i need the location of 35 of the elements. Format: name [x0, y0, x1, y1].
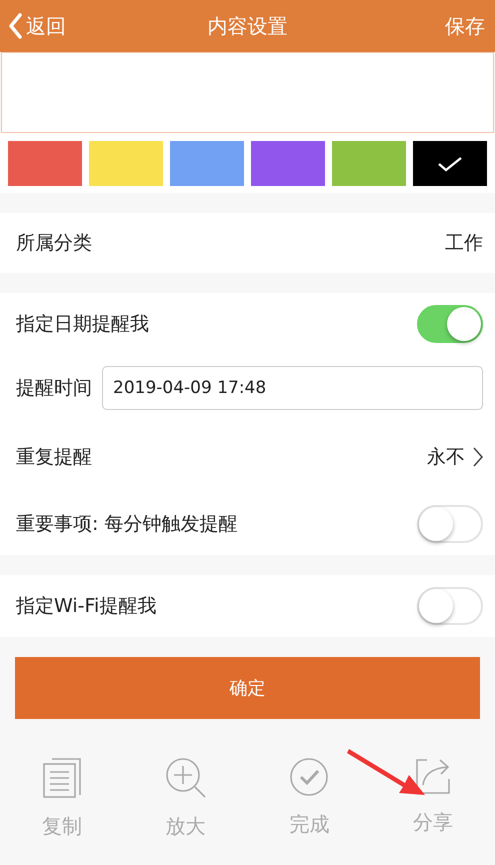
zoom-in-icon [164, 757, 207, 799]
color-swatch[interactable] [332, 141, 406, 186]
content-field[interactable] [1, 52, 494, 133]
setting-label: 指定Wi-Fi提醒我 [16, 594, 156, 619]
category-row[interactable]: 所属分类 工作 [0, 213, 495, 273]
color-swatch[interactable] [251, 141, 325, 186]
confirm-button[interactable]: 确定 [15, 657, 480, 719]
color-swatch[interactable] [170, 141, 244, 186]
time-field[interactable]: 2019-04-09 17:48 [102, 366, 483, 410]
toggle-switch[interactable] [417, 305, 483, 343]
toggle-switch[interactable] [417, 587, 483, 625]
copy-icon [42, 757, 82, 799]
setting-label: 重要事项: 每分钟触发提醒 [16, 512, 238, 537]
color-swatch[interactable] [413, 141, 487, 186]
check-circle-icon [289, 757, 330, 797]
toolbar-button[interactable]: 复制 [16, 757, 107, 840]
check-icon [437, 156, 463, 172]
toolbar-button[interactable]: 分享 [388, 757, 478, 840]
category-label: 所属分类 [16, 231, 92, 256]
category-value: 工作 [445, 231, 483, 256]
back-label: 返回 [26, 12, 66, 40]
back-chevron-icon [8, 13, 22, 39]
repeat-value[interactable]: 永不 [427, 444, 465, 470]
chevron-right-icon [473, 447, 483, 467]
back-button[interactable]: 返回 [8, 12, 66, 40]
color-swatch[interactable] [89, 141, 163, 186]
setting-label: 指定日期提醒我 [16, 312, 149, 337]
toggle-switch[interactable] [417, 505, 483, 543]
page-title: 内容设置 [208, 12, 288, 40]
color-swatch[interactable] [8, 141, 82, 186]
setting-label: 提醒时间 [16, 376, 92, 401]
toolbar-button[interactable]: 放大 [140, 757, 231, 840]
toolbar-button[interactable]: 完成 [264, 757, 354, 840]
setting-label: 重复提醒 [16, 445, 92, 470]
save-button[interactable]: 保存 [445, 12, 485, 40]
